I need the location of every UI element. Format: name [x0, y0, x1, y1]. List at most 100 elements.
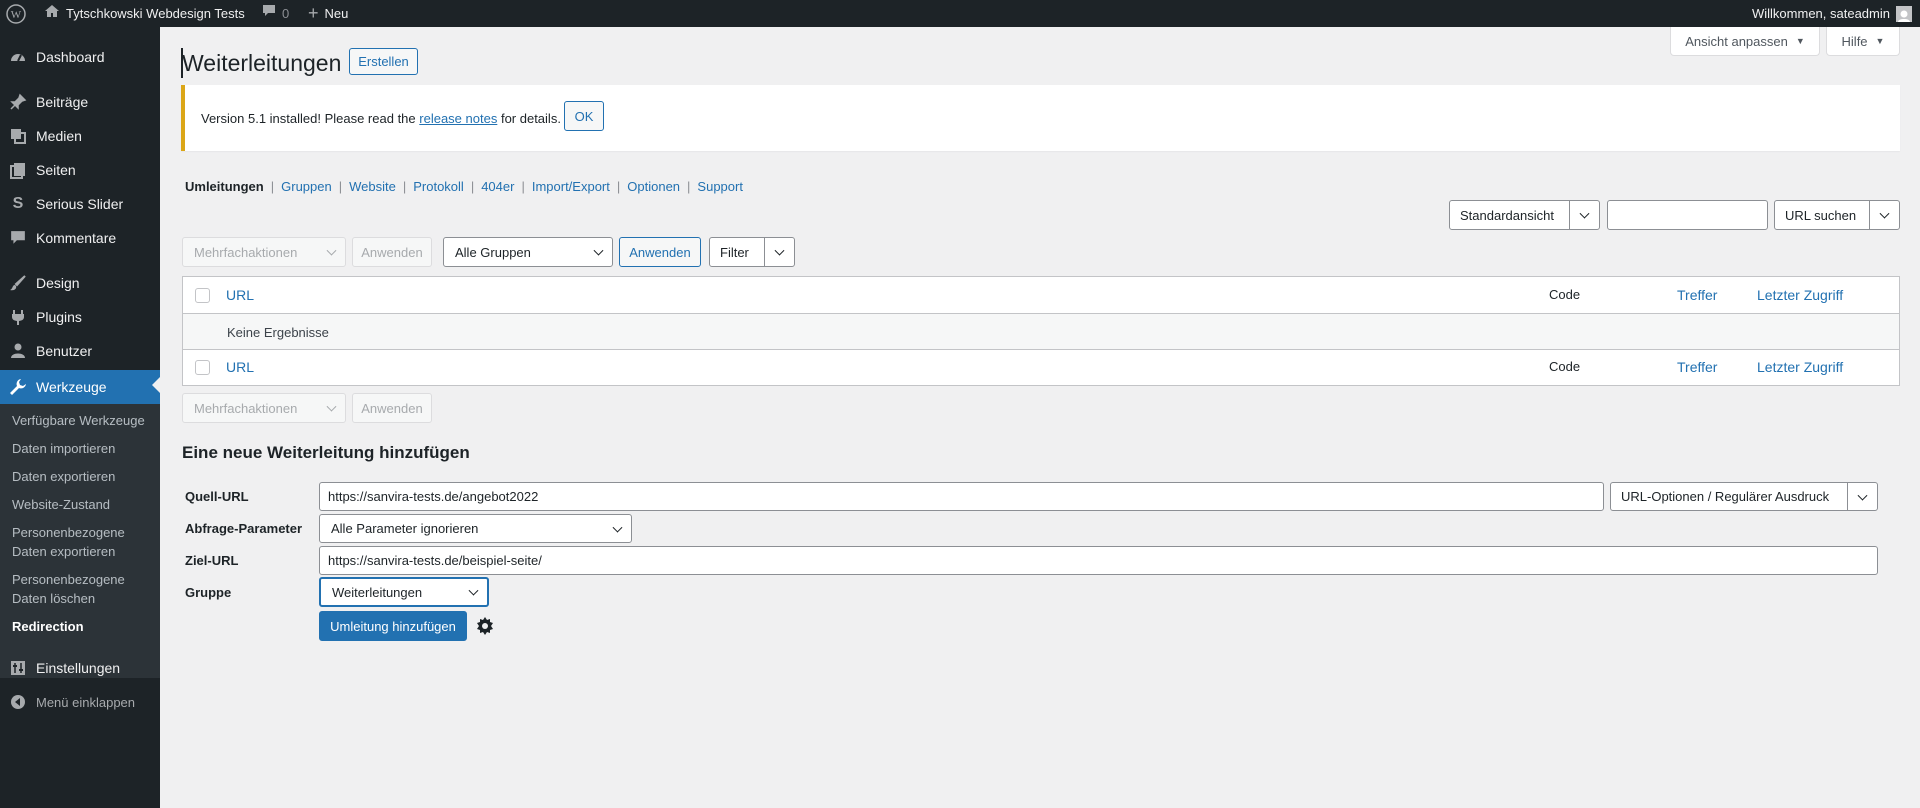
sidebar-item-media[interactable]: Medien [0, 121, 160, 151]
subnav-options[interactable]: Optionen [627, 179, 680, 194]
wrench-icon [0, 378, 36, 396]
column-url-footer[interactable]: URL [226, 359, 254, 375]
submenu-available-tools[interactable]: Verfügbare Werkzeuge [12, 411, 152, 430]
sidebar-item-label: Werkzeuge [36, 379, 107, 395]
greeting: Willkommen, sateadmin [1752, 6, 1890, 21]
pages-icon [0, 161, 36, 179]
redirection-subnav: Umleitungen | Gruppen | Website | Protokoll… [185, 179, 743, 194]
pin-icon [0, 93, 36, 111]
comment-icon [0, 230, 36, 246]
submenu-erase-personal-data[interactable]: Personenbezogene Daten löschen [12, 570, 125, 608]
sidebar-item-tools[interactable]: Werkzeuge [0, 370, 160, 404]
notice-ok-button[interactable]: OK [564, 101, 604, 131]
sidebar-collapse-button[interactable]: Menü einklappen [0, 687, 160, 717]
slider-icon: S [12, 195, 24, 212]
screen-options-label: Ansicht anpassen [1685, 33, 1788, 49]
plugin-icon [0, 308, 36, 326]
sidebar-item-serious-slider[interactable]: S Serious Slider [0, 189, 160, 219]
sidebar-item-label: Serious Slider [36, 196, 124, 212]
column-code: Code [1549, 287, 1581, 302]
select-all-checkbox-footer[interactable] [195, 360, 210, 375]
submenu-export-personal-data[interactable]: Personenbezogene Daten exportieren [12, 523, 125, 561]
column-hits[interactable]: Treffer [1677, 287, 1717, 303]
gear-icon[interactable] [475, 616, 495, 639]
sidebar-item-dashboard[interactable]: Dashboard [0, 42, 160, 72]
sidebar-item-design[interactable]: Design [0, 268, 160, 298]
submenu-export[interactable]: Daten exportieren [12, 467, 152, 486]
add-redirect-heading: Eine neue Weiterleitung hinzufügen [182, 443, 470, 462]
wordpress-logo-icon[interactable]: W [6, 0, 26, 27]
url-options-button[interactable]: URL-Optionen / Regulärer Ausdruck [1610, 482, 1878, 511]
admin-sidebar: Dashboard Beiträge Medien Seiten S Serio… [0, 27, 160, 808]
sidebar-item-users[interactable]: Benutzer [0, 336, 160, 366]
sidebar-item-label: Beiträge [36, 94, 89, 110]
submenu-site-health[interactable]: Website-Zustand [12, 495, 152, 514]
bulk-apply-button[interactable]: Anwenden [352, 237, 432, 267]
subnav-redirects[interactable]: Umleitungen [185, 179, 264, 194]
sidebar-item-settings[interactable]: Einstellungen [0, 653, 160, 683]
chevron-down-icon [1569, 201, 1599, 229]
bulk-actions-select-bottom[interactable]: Mehrfachaktionen [182, 393, 346, 423]
column-last-access[interactable]: Letzter Zugriff [1757, 287, 1843, 303]
subnav-support[interactable]: Support [697, 179, 743, 194]
search-input[interactable] [1607, 200, 1768, 230]
new-content-link[interactable]: + Neu [308, 0, 348, 27]
group-filter-select[interactable]: Alle Gruppen [443, 237, 613, 267]
column-hits-footer[interactable]: Treffer [1677, 359, 1717, 375]
group-apply-button[interactable]: Anwenden [619, 237, 701, 267]
add-redirect-button[interactable]: Umleitung hinzufügen [319, 611, 467, 641]
target-url-input[interactable]: https://sanvira-tests.de/beispiel-seite/ [319, 546, 1878, 575]
sidebar-item-comments[interactable]: Kommentare [0, 223, 160, 253]
media-icon [0, 127, 36, 145]
bulk-apply-button-bottom[interactable]: Anwenden [352, 393, 432, 423]
subnav-log[interactable]: Protokoll [413, 179, 464, 194]
page-title: Weiterleitungen [182, 50, 342, 76]
view-selector[interactable]: Standardansicht [1449, 200, 1600, 230]
avatar [1896, 5, 1912, 22]
filter-label: Filter [720, 244, 749, 260]
subnav-404[interactable]: 404er [481, 179, 514, 194]
chevron-down-icon [593, 245, 604, 256]
sidebar-item-label: Benutzer [36, 343, 93, 359]
separator: | [338, 179, 343, 194]
select-all-checkbox[interactable] [195, 288, 210, 303]
update-notice: Version 5.1 installed! Please read the r… [181, 85, 1900, 151]
chevron-down-icon [468, 585, 479, 596]
triangle-down-icon: ▼ [1795, 36, 1805, 46]
chevron-down-icon [326, 245, 337, 256]
screen-options-button[interactable]: Ansicht anpassen ▼ [1670, 27, 1820, 56]
sidebar-item-label: Design [36, 275, 80, 291]
column-url[interactable]: URL [226, 287, 254, 303]
bulk-actions-select[interactable]: Mehrfachaktionen [182, 237, 346, 267]
notice-text-before: Version 5.1 installed! Please read the [201, 111, 416, 126]
separator: | [687, 179, 691, 194]
sidebar-item-posts[interactable]: Beiträge [0, 87, 160, 117]
my-account-link[interactable]: Willkommen, sateadmin [1752, 0, 1912, 27]
search-button-label: URL suchen [1785, 207, 1857, 223]
site-name-link[interactable]: Tytschkowski Webdesign Tests [44, 0, 245, 27]
submenu-redirection[interactable]: Redirection [12, 617, 152, 636]
sidebar-item-pages[interactable]: Seiten [0, 155, 160, 185]
group-select[interactable]: Weiterleitungen [319, 577, 489, 607]
help-button[interactable]: Hilfe ▼ [1826, 27, 1900, 56]
source-url-input[interactable]: https://sanvira-tests.de/angebot2022 [319, 482, 1604, 511]
query-params-select[interactable]: Alle Parameter ignorieren [319, 514, 632, 543]
separator: | [270, 179, 275, 194]
sidebar-item-label: Seiten [36, 162, 76, 178]
sidebar-item-plugins[interactable]: Plugins [0, 302, 160, 332]
bulk-actions-label: Mehrfachaktionen [194, 244, 298, 260]
filter-button[interactable]: Filter [709, 237, 795, 267]
site-name: Tytschkowski Webdesign Tests [66, 6, 245, 21]
subnav-website[interactable]: Website [349, 179, 396, 194]
create-button[interactable]: Erstellen [349, 48, 418, 75]
brush-icon [0, 274, 36, 292]
plus-icon: + [308, 3, 319, 23]
search-button[interactable]: URL suchen [1774, 200, 1900, 230]
subnav-groups[interactable]: Gruppen [281, 179, 332, 194]
subnav-import-export[interactable]: Import/Export [532, 179, 610, 194]
release-notes-link[interactable]: release notes [419, 111, 497, 126]
comments-link[interactable]: 0 [262, 0, 289, 27]
separator: | [402, 179, 407, 194]
submenu-import[interactable]: Daten importieren [12, 439, 152, 458]
column-last-access-footer[interactable]: Letzter Zugriff [1757, 359, 1843, 375]
